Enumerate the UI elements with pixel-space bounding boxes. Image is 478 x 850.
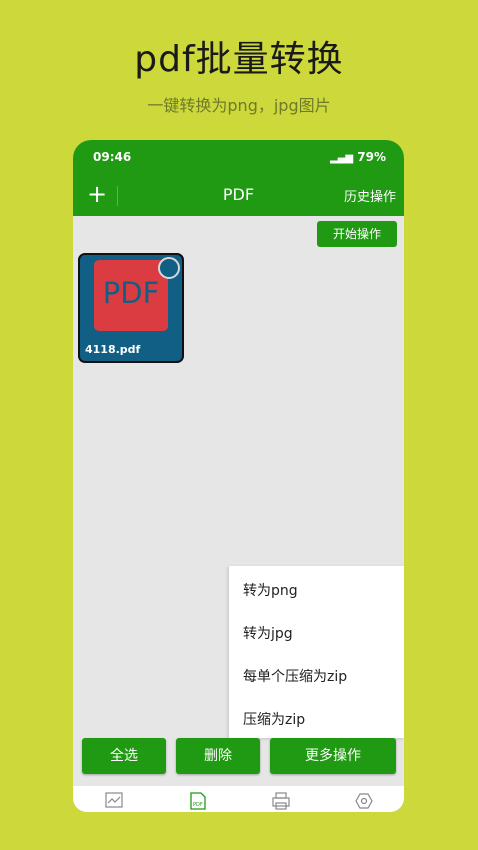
svg-text:PDF: PDF xyxy=(193,802,203,808)
more-actions-menu: 转为png 转为jpg 每单个压缩为zip 压缩为zip xyxy=(229,566,404,738)
battery-level: 79% xyxy=(357,150,386,164)
delete-button[interactable]: 删除 xyxy=(176,738,260,774)
phone-screen: 09:46 ▂▄▆ 79% + PDF 历史操作 开始操作 PDF 4118.p… xyxy=(73,140,404,812)
file-card[interactable]: PDF 4118.pdf xyxy=(78,253,184,363)
menu-item-zip-all[interactable]: 压缩为zip xyxy=(243,709,305,729)
more-actions-button[interactable]: 更多操作 xyxy=(270,738,396,774)
promo-subtitle: 一键转换为png，jpg图片 xyxy=(147,96,331,115)
signal-icon: ▂▄▆ xyxy=(330,153,354,164)
status-right: ▂▄▆ 79% xyxy=(330,150,386,164)
pdf-icon[interactable]: PDF xyxy=(189,792,207,810)
file-name: 4118.pdf xyxy=(85,343,141,356)
pdf-file-icon: PDF xyxy=(94,260,168,331)
status-bar: 09:46 ▂▄▆ 79% xyxy=(73,140,404,174)
select-all-button[interactable]: 全选 xyxy=(82,738,166,774)
bottom-nav: PDF xyxy=(73,786,404,812)
menu-item-to-jpg[interactable]: 转为jpg xyxy=(243,623,293,643)
word-icon[interactable] xyxy=(272,792,290,810)
pdf-icon-text: PDF xyxy=(102,276,160,310)
menu-item-zip-each[interactable]: 每单个压缩为zip xyxy=(243,666,347,686)
image-icon[interactable] xyxy=(105,792,123,808)
history-button[interactable]: 历史操作 xyxy=(344,186,396,205)
menu-item-to-png[interactable]: 转为png xyxy=(243,580,298,600)
selected-check-icon[interactable] xyxy=(158,257,180,279)
status-time: 09:46 xyxy=(93,150,132,164)
settings-icon[interactable] xyxy=(355,792,373,810)
promo-title: pdf批量转换 xyxy=(134,39,344,80)
start-operation-button[interactable]: 开始操作 xyxy=(317,221,397,247)
app-bar: + PDF 历史操作 xyxy=(73,174,404,216)
